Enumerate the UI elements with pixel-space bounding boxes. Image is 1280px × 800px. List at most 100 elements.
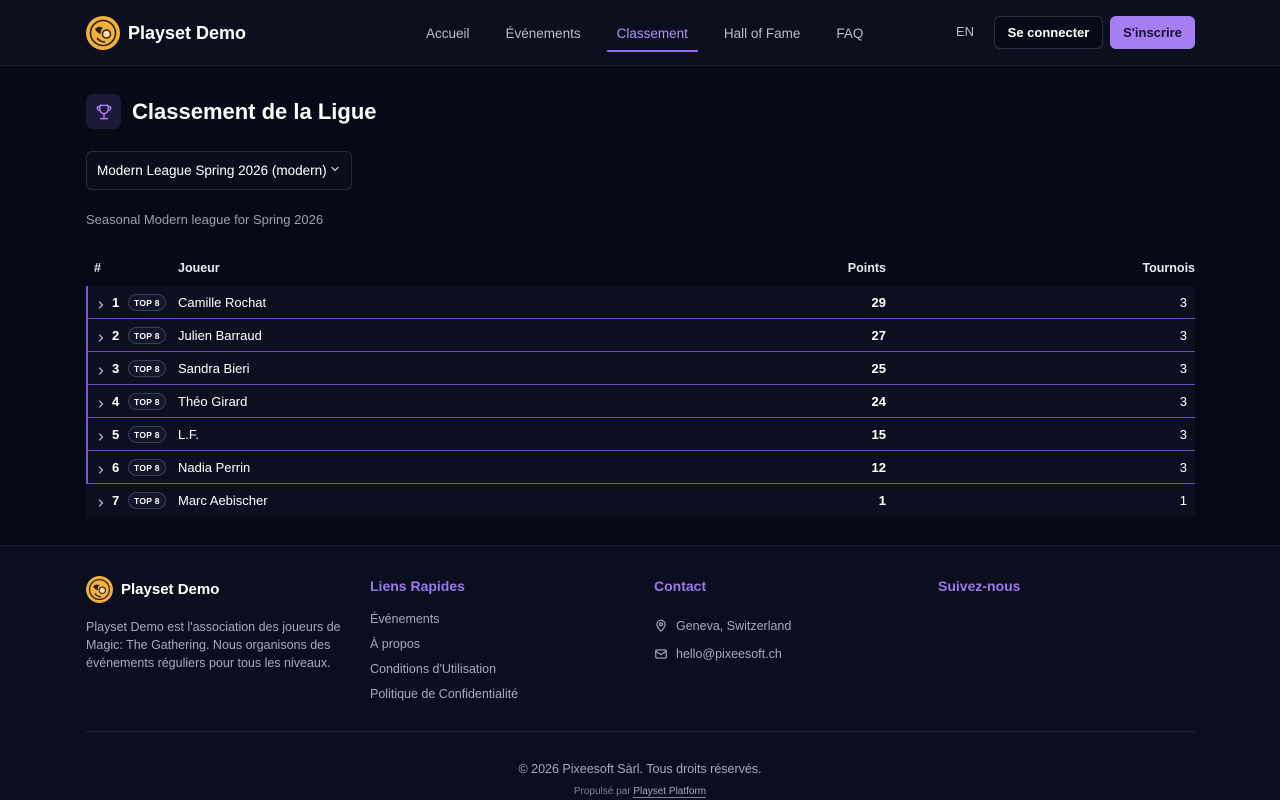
email-text[interactable]: hello@pixeesoft.ch — [676, 647, 782, 661]
table-row[interactable]: 5 TOP 8 L.F. 15 3 — [86, 418, 1195, 451]
row-tournois: 3 — [1179, 460, 1187, 475]
footer-link-confidentialite[interactable]: Politique de Confidentialité — [370, 687, 518, 712]
nav-hall-of-fame[interactable]: Hall of Fame — [714, 0, 811, 66]
footer-link-conditions[interactable]: Conditions d'Utilisation — [370, 662, 518, 687]
table-row[interactable]: 1 TOP 8 Camille Rochat 29 3 — [86, 286, 1195, 319]
contact-title: Contact — [654, 578, 707, 594]
footer-divider — [86, 731, 1195, 732]
nav-evenements[interactable]: Événements — [496, 0, 591, 66]
contact-email[interactable]: hello@pixeesoft.ch — [654, 640, 791, 668]
table-row[interactable]: 6 TOP 8 Nadia Perrin 12 3 — [86, 451, 1195, 484]
row-tournois: 1 — [1179, 493, 1187, 508]
top8-badge: TOP 8 — [128, 459, 166, 476]
top8-badge: TOP 8 — [128, 492, 166, 509]
brand-link[interactable]: Playset Demo — [86, 16, 246, 50]
chevron-right-icon[interactable] — [96, 396, 106, 414]
row-player: Sandra Bieri — [178, 361, 250, 376]
row-player: Marc Aebischer — [178, 493, 268, 508]
row-rank: 2 — [112, 328, 120, 343]
row-player: L.F. — [178, 427, 199, 442]
top8-badge: TOP 8 — [128, 393, 166, 410]
standings-table: # Joueur Points Tournois 1 TOP 8 Camille… — [86, 252, 1195, 517]
row-rank: 7 — [112, 493, 120, 508]
header-rank: # — [94, 261, 101, 275]
chevron-down-icon — [329, 163, 341, 178]
row-rank: 1 — [112, 295, 120, 310]
logo-icon — [86, 16, 120, 50]
row-points: 1 — [878, 493, 886, 508]
nav-faq[interactable]: FAQ — [826, 0, 873, 66]
row-tournois: 3 — [1179, 427, 1187, 442]
top8-badge: TOP 8 — [128, 426, 166, 443]
top8-badge: TOP 8 — [128, 294, 166, 311]
contact-location: Geneva, Switzerland — [654, 612, 791, 640]
footer-description: Playset Demo est l'association des joueu… — [86, 620, 341, 670]
row-points: 15 — [871, 427, 886, 442]
row-player: Théo Girard — [178, 394, 248, 409]
mail-icon — [655, 649, 667, 659]
powered-by: Propulsé par Playset Platform — [0, 786, 1280, 798]
table-row[interactable]: 3 TOP 8 Sandra Bieri 25 3 — [86, 352, 1195, 385]
page-header: Classement de la Ligue — [86, 94, 377, 129]
top-navbar: Playset Demo Accueil Événements Classeme… — [0, 0, 1280, 66]
brand-name: Playset Demo — [128, 22, 247, 43]
table-row[interactable]: 4 TOP 8 Théo Girard 24 3 — [86, 385, 1195, 418]
chevron-right-icon[interactable] — [96, 297, 106, 315]
language-switcher[interactable]: EN — [956, 24, 974, 39]
quick-links-title: Liens Rapides — [370, 578, 465, 594]
row-points: 24 — [871, 394, 886, 409]
league-select[interactable]: Modern League Spring 2026 (modern) — [86, 151, 352, 190]
site-footer: Playset Demo Playset Demo est l'associat… — [0, 545, 1280, 800]
row-points: 27 — [871, 328, 886, 343]
top8-badge: TOP 8 — [128, 360, 166, 377]
row-tournois: 3 — [1179, 361, 1187, 376]
league-description: Seasonal Modern league for Spring 2026 — [86, 212, 324, 227]
table-row[interactable]: 2 TOP 8 Julien Barraud 27 3 — [86, 319, 1195, 352]
chevron-right-icon[interactable] — [96, 363, 106, 381]
nav-accueil[interactable]: Accueil — [416, 0, 480, 66]
row-tournois: 3 — [1179, 295, 1187, 310]
map-pin-icon — [656, 619, 666, 632]
powered-prefix: Propulsé par — [573, 786, 631, 797]
copyright: © 2026 Pixeesoft Sàrl. Tous droits réser… — [518, 762, 762, 776]
powered-link[interactable]: Playset Platform — [633, 786, 707, 798]
footer-brand-name: Playset Demo — [121, 581, 220, 598]
row-player: Camille Rochat — [178, 295, 267, 310]
page-title: Classement de la Ligue — [132, 98, 377, 124]
signup-button[interactable]: S'inscrire — [1110, 16, 1195, 49]
nav-classement[interactable]: Classement — [606, 0, 699, 66]
chevron-right-icon[interactable] — [96, 462, 106, 480]
footer-link-evenements[interactable]: Événements — [370, 612, 518, 637]
chevron-right-icon[interactable] — [96, 495, 106, 513]
chevron-right-icon[interactable] — [96, 330, 106, 348]
table-row[interactable]: 7 TOP 8 Marc Aebischer 1 1 — [86, 484, 1195, 517]
login-button[interactable]: Se connecter — [994, 16, 1103, 49]
row-points: 29 — [871, 295, 886, 310]
row-rank: 6 — [112, 460, 120, 475]
logo-icon — [86, 576, 113, 603]
trophy-icon — [86, 94, 121, 129]
quick-links: Événements À propos Conditions d'Utilisa… — [370, 612, 518, 712]
header-tournois[interactable]: Tournois — [1142, 261, 1195, 275]
table-header: # Joueur Points Tournois — [86, 252, 1195, 286]
row-tournois: 3 — [1179, 328, 1187, 343]
row-rank: 5 — [112, 427, 120, 442]
footer-brand[interactable]: Playset Demo — [86, 576, 219, 603]
chevron-right-icon[interactable] — [96, 429, 106, 447]
follow-title: Suivez-nous — [938, 578, 1021, 594]
row-rank: 3 — [112, 361, 120, 376]
top8-badge: TOP 8 — [128, 327, 166, 344]
main-nav: Accueil Événements Classement Hall of Fa… — [416, 0, 889, 66]
row-tournois: 3 — [1179, 394, 1187, 409]
row-rank: 4 — [112, 394, 120, 409]
header-player: Joueur — [178, 261, 220, 275]
league-select-value: Modern League Spring 2026 (modern) — [97, 163, 327, 178]
header-points[interactable]: Points — [848, 261, 886, 275]
row-points: 25 — [871, 361, 886, 376]
row-player: Julien Barraud — [178, 328, 262, 343]
footer-link-a-propos[interactable]: À propos — [370, 637, 518, 662]
row-points: 12 — [871, 460, 886, 475]
location-text: Geneva, Switzerland — [676, 619, 792, 633]
row-player: Nadia Perrin — [178, 460, 251, 475]
contact-info: Geneva, Switzerland hello@pixeesoft.ch — [654, 612, 791, 668]
